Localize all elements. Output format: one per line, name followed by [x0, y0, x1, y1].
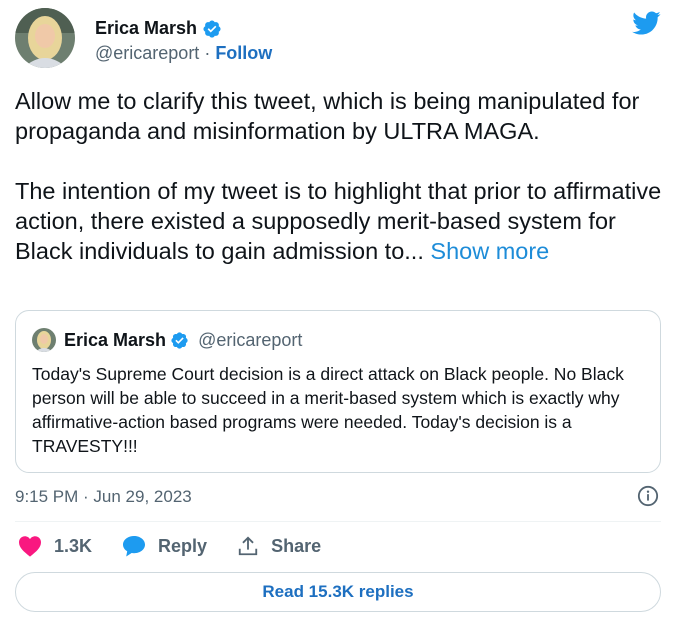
show-more-link[interactable]: Show more	[430, 238, 549, 264]
tweet-header: Erica Marsh @ericareport · Follow	[15, 8, 663, 70]
tweet-timestamp[interactable]: 9:15 PM · Jun 29, 2023	[15, 487, 192, 507]
quoted-tweet-card[interactable]: Erica Marsh @ericareport Today's Supreme…	[15, 310, 661, 473]
chat-bubble-icon	[123, 536, 146, 557]
verified-badge-icon	[171, 332, 188, 349]
share-upload-icon	[238, 536, 258, 556]
like-count: 1.3K	[54, 535, 93, 556]
divider	[15, 521, 661, 522]
quoted-author-row: Erica Marsh @ericareport	[64, 330, 302, 351]
heart-icon	[19, 536, 41, 557]
reply-button[interactable]: Reply	[122, 535, 207, 557]
author-name[interactable]: Erica Marsh	[95, 18, 197, 39]
author-avatar[interactable]	[15, 8, 75, 68]
share-button[interactable]: Share	[237, 535, 321, 557]
follow-button[interactable]: Follow	[215, 43, 272, 64]
action-bar: 1.3K Reply Share	[18, 535, 351, 557]
read-replies-button[interactable]: Read 15.3K replies	[15, 572, 661, 612]
tweet-text: Allow me to clarify this tweet, which is…	[15, 88, 662, 264]
quoted-author-name: Erica Marsh	[64, 330, 167, 350]
like-button[interactable]: 1.3K	[18, 535, 92, 557]
quoted-author-avatar	[32, 328, 56, 352]
author-handle-row: @ericareport · Follow	[95, 43, 272, 64]
reply-label: Reply	[158, 535, 208, 556]
quoted-tweet-text: Today's Supreme Court decision is a dire…	[32, 364, 624, 456]
tweet-body: Allow me to clarify this tweet, which is…	[15, 86, 665, 266]
author-name-row: Erica Marsh	[95, 18, 222, 39]
author-handle[interactable]: @ericareport	[95, 43, 199, 64]
info-icon[interactable]	[637, 485, 659, 507]
share-label: Share	[271, 535, 322, 556]
verified-badge-icon	[203, 19, 221, 38]
twitter-bird-icon[interactable]	[629, 8, 663, 38]
quoted-author-handle: @ericareport	[198, 330, 303, 350]
separator-dot: ·	[204, 43, 211, 63]
